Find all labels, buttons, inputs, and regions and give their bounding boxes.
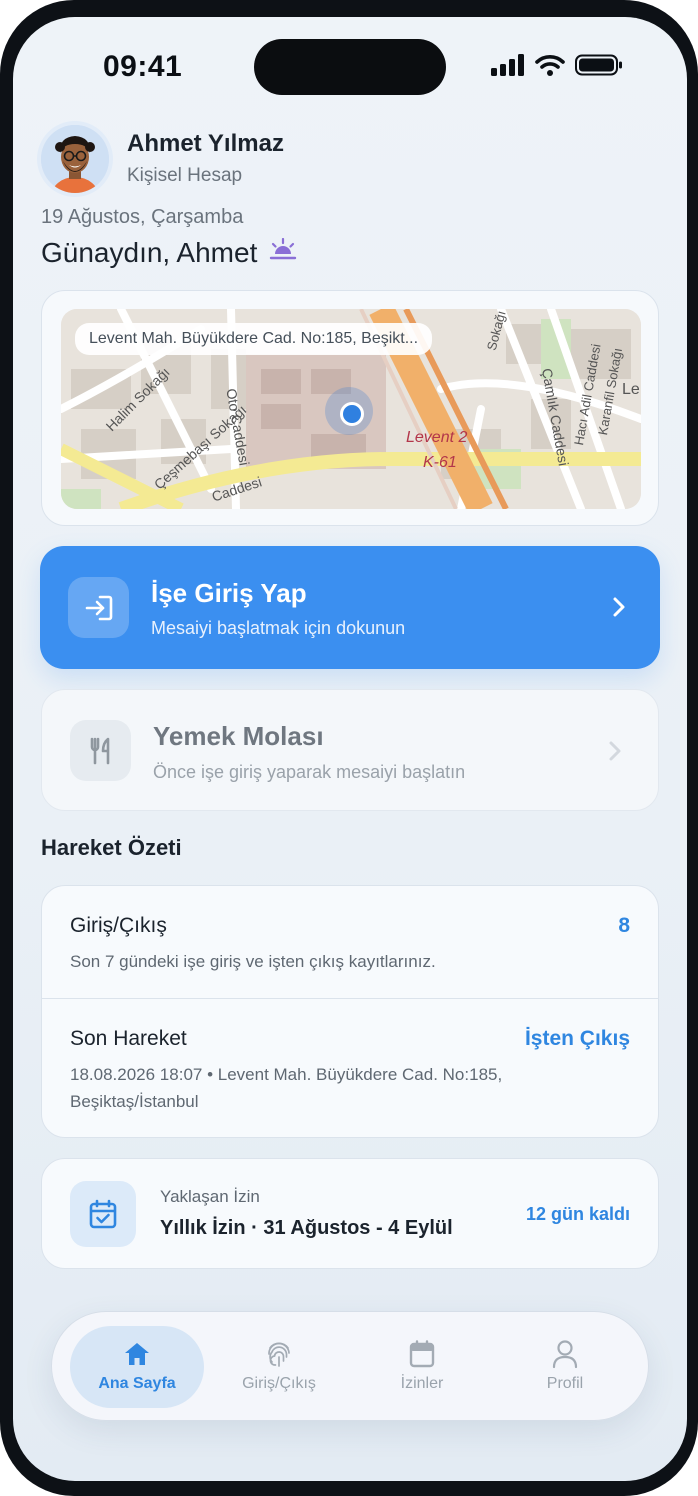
avatar[interactable] [41,125,109,193]
entries-count: 8 [618,914,630,937]
tab-label: Ana Sayfa [98,1375,176,1392]
wifi-icon [535,54,565,81]
tab-label: İzinler [400,1375,444,1392]
entries-title: Giriş/Çıkış [70,914,167,937]
chevron-right-icon [608,740,622,767]
tab-bar: Ana Sayfa Giriş/Çıkış İzinler Profil [51,1311,649,1421]
phone-frame: 09:41 Ahmet Yılmaz Kişisel Hesap 19 Ağus… [0,0,698,1496]
last-movement-detail: 18.08.2026 18:07 • Levent Mah. Büyükdere… [70,1065,503,1111]
map-label-k61: K-61 [423,454,457,471]
profile-name: Ahmet Yılmaz [127,130,284,157]
meal-break-subtitle: Önce işe giriş yaparak mesaiyi başlatın [153,762,466,782]
leave-label: Yaklaşan İzin [160,1187,260,1206]
divider [42,998,658,999]
upcoming-leave-card[interactable]: Yaklaşan İzin Yıllık İzin · 31 Ağustos -… [41,1158,659,1269]
meal-break-title: Yemek Molası [153,721,324,751]
calendar-check-icon [70,1181,136,1247]
entries-description: Son 7 gündeki işe giriş ve işten çıkış k… [70,952,436,971]
login-icon [68,577,129,638]
location-map-card[interactable]: Levent Mah. Büyükdere Cad. No:185, Beşik… [41,290,659,526]
home-icon [122,1339,152,1369]
fingerprint-icon [264,1339,294,1369]
status-icons [491,53,623,81]
tab-profile[interactable]: Profil [498,1326,632,1408]
fork-knife-icon [70,720,131,781]
status-time: 09:41 [103,50,183,83]
calendar-icon [407,1339,437,1369]
status-bar: 09:41 [13,17,687,117]
map-label-levent: Levent 2 [406,429,468,446]
profile-header[interactable]: Ahmet Yılmaz Kişisel Hesap [41,125,601,195]
sunrise-icon [269,237,297,269]
tab-home[interactable]: Ana Sayfa [70,1326,204,1408]
last-movement-title: Son Hareket [70,1027,187,1050]
battery-icon [575,54,623,81]
location-pin-icon [325,387,373,435]
check-in-subtitle: Mesaiyi başlatmak için dokunun [151,618,406,638]
greeting-text: Günaydın, Ahmet [41,237,258,268]
check-in-title: İşe Giriş Yap [151,578,307,608]
section-title: Hareket Özeti [41,835,182,860]
check-in-button[interactable]: İşe Giriş Yap Mesaiyi başlatmak için dok… [40,546,660,669]
dynamic-island [254,39,446,95]
app-screen: 09:41 Ahmet Yılmaz Kişisel Hesap 19 Ağus… [13,17,687,1481]
chevron-right-icon [612,596,626,623]
tab-check-in-out[interactable]: Giriş/Çıkış [212,1326,346,1408]
leave-remaining: 12 gün kaldı [525,1204,630,1224]
map-address: Levent Mah. Büyükdere Cad. No:185, Beşik… [75,323,433,355]
location-map[interactable]: Levent Mah. Büyükdere Cad. No:185, Beşik… [61,309,641,509]
map-label-le: Le [622,381,640,398]
tab-leaves[interactable]: İzinler [355,1326,489,1408]
last-movement-action: İşten Çıkış [524,1027,630,1050]
greeting: Günaydın, Ahmet [41,237,297,269]
person-icon [550,1339,580,1369]
movement-summary-card[interactable]: Giriş/Çıkış 8 Son 7 gündeki işe giriş ve… [41,885,659,1138]
cellular-signal-icon [491,53,525,81]
tab-label: Giriş/Çıkış [242,1375,316,1392]
tab-label: Profil [546,1375,584,1392]
meal-break-button[interactable]: Yemek Molası Önce işe giriş yaparak mesa… [41,689,659,811]
date-line: 19 Ağustos, Çarşamba [41,206,244,228]
account-type: Kişisel Hesap [127,165,243,186]
leave-dates: Yıllık İzin · 31 Ağustos - 4 Eylül [160,1217,453,1239]
